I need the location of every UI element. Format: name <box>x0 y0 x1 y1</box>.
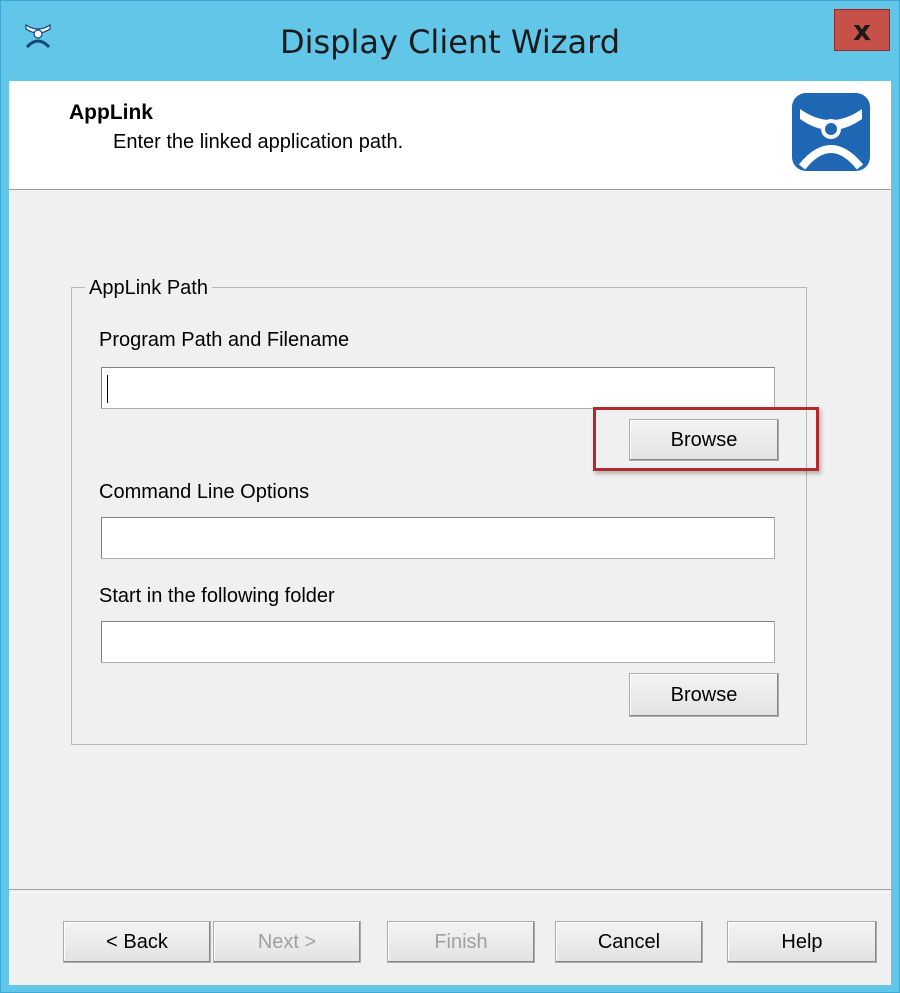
program-path-input[interactable] <box>101 367 775 409</box>
page-subtitle: Enter the linked application path. <box>113 131 404 153</box>
page-title: AppLink <box>69 101 153 124</box>
text-caret <box>107 375 108 403</box>
title-bar[interactable]: Display Client Wizard x <box>1 1 899 81</box>
back-button[interactable]: < Back <box>63 921 211 963</box>
applink-path-legend: AppLink Path <box>85 277 212 300</box>
thinmanager-logo-icon <box>792 93 870 171</box>
finish-button[interactable]: Finish <box>387 921 535 963</box>
wizard-window: Display Client Wizard x AppLink Enter th… <box>0 0 900 993</box>
start-in-folder-input[interactable] <box>101 621 775 663</box>
browse-folder-button[interactable]: Browse <box>629 673 779 717</box>
wizard-client-area: AppLink Enter the linked application pat… <box>9 81 891 985</box>
footer-separator <box>9 889 891 893</box>
close-icon: x <box>852 13 872 47</box>
close-button[interactable]: x <box>834 9 890 51</box>
wizard-header: AppLink Enter the linked application pat… <box>9 81 891 190</box>
command-line-label: Command Line Options <box>99 481 310 503</box>
start-in-folder-label: Start in the following folder <box>99 585 335 607</box>
next-button[interactable]: Next > <box>213 921 361 963</box>
window-title: Display Client Wizard <box>279 23 621 61</box>
help-button[interactable]: Help <box>727 921 877 963</box>
command-line-input[interactable] <box>101 517 775 559</box>
program-path-label: Program Path and Filename <box>99 329 350 351</box>
cancel-button[interactable]: Cancel <box>555 921 703 963</box>
browse-highlight-box <box>593 407 819 471</box>
